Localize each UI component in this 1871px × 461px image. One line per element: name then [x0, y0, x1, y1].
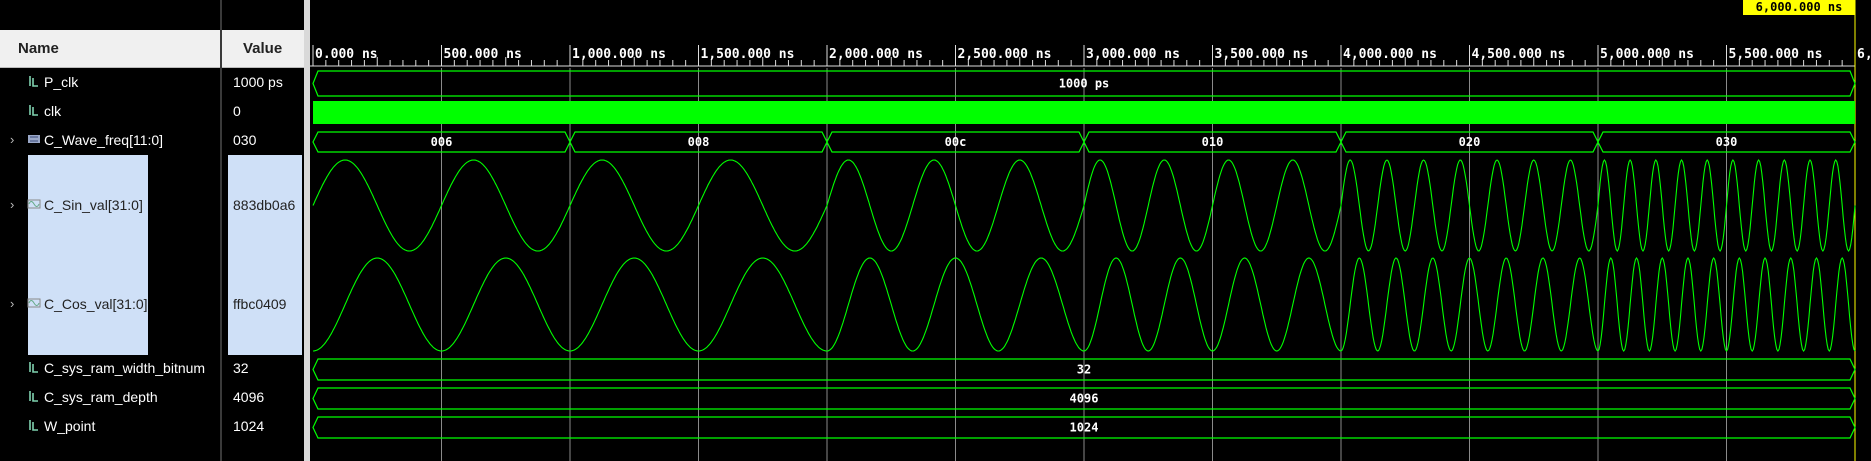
ruler-tick-label: 0.000 ns — [315, 47, 378, 62]
signal-icon — [27, 360, 41, 374]
signal-name: C_Wave_freq[11:0] — [44, 132, 164, 148]
ruler-tick-label: 6, — [1857, 47, 1871, 62]
ruler-tick-label: 4,500.000 ns — [1472, 47, 1566, 62]
time-cursor-label: 6,000.000 ns — [1756, 0, 1843, 14]
signal-name: W_point — [44, 418, 96, 434]
signal-name: C_sys_ram_depth — [44, 389, 158, 405]
signal-value: 883db0a6 — [233, 197, 296, 213]
signal-value: ffbc0409 — [233, 296, 287, 312]
signal-value: 1024 — [233, 418, 265, 434]
signal-row-C_Wave_freq[interactable]: › C_Wave_freq[11:0] — [0, 132, 220, 150]
name-column-header[interactable]: Name — [0, 30, 220, 68]
ruler-tick-label: 5,000.000 ns — [1600, 47, 1694, 62]
ruler-tick-label: 2,500.000 ns — [958, 47, 1052, 62]
signal-icon — [27, 74, 41, 88]
signal-value: 32 — [233, 360, 249, 376]
signal-row-P_clk[interactable]: P_clk — [0, 74, 220, 92]
clock-waveform — [313, 101, 1855, 124]
analog-icon — [27, 197, 41, 211]
signal-name: clk — [44, 103, 62, 119]
bus-value-label: 00c — [945, 135, 967, 149]
ruler-tick-label: 1,000.000 ns — [572, 47, 666, 62]
signal-row-C_Cos_val[interactable]: › C_Cos_val[31:0] — [0, 296, 220, 314]
signal-name-panel: Name P_clkclk › C_Wave_freq[11:0] › C_Sin_va… — [0, 0, 220, 461]
expand-chevron-icon[interactable]: › — [10, 296, 14, 311]
signal-row-clk[interactable]: clk — [0, 103, 220, 121]
expand-chevron-icon[interactable]: › — [10, 197, 14, 212]
ruler-top-strip — [310, 0, 1871, 30]
signal-value: 4096 — [233, 389, 265, 405]
bus-value-label: 1000 ps — [1059, 77, 1110, 91]
bus-icon — [27, 132, 41, 146]
waveform-canvas[interactable]: 0.000 ns 500.000 ns 1,000.000 ns 1,500.000 … — [310, 0, 1871, 461]
signal-row-C_sys_ram_width_bitnum[interactable]: C_sys_ram_width_bitnum — [0, 360, 220, 378]
bus-value-label: 32 — [1077, 363, 1091, 377]
bus-value-label: 1024 — [1070, 421, 1099, 435]
signal-value-panel: Value 1000 ps 0 030 883db0a6 ffbc0409 32 4096 1… — [220, 0, 304, 461]
expand-chevron-icon[interactable]: › — [10, 132, 14, 147]
bus-value-label: 030 — [1716, 135, 1738, 149]
signal-row-C_Sin_val[interactable]: › C_Sin_val[31:0] — [0, 197, 220, 215]
signal-icon — [27, 418, 41, 432]
signal-name: C_Cos_val[31:0] — [44, 296, 148, 312]
signal-icon — [27, 389, 41, 403]
ruler-tick-label: 4,000.000 ns — [1343, 47, 1437, 62]
column-divider[interactable] — [220, 0, 222, 461]
signal-value: 0 — [233, 103, 241, 119]
bus-value-label: 4096 — [1070, 392, 1099, 406]
ruler-tick-label: 500.000 ns — [444, 47, 522, 62]
bus-value-label: 008 — [688, 135, 710, 149]
bus-value-label: 010 — [1202, 135, 1224, 149]
signal-row-W_point[interactable]: W_point — [0, 418, 220, 436]
signal-icon — [27, 103, 41, 117]
signal-value: 1000 ps — [233, 74, 283, 90]
bus-value-label: 020 — [1459, 135, 1481, 149]
value-column-header[interactable]: Value — [220, 30, 304, 68]
signal-name: C_Sin_val[31:0] — [44, 197, 143, 213]
signal-name: C_sys_ram_width_bitnum — [44, 360, 206, 376]
signal-value: 030 — [233, 132, 257, 148]
signal-name: P_clk — [44, 74, 79, 90]
ruler-tick-label: 1,500.000 ns — [701, 47, 795, 62]
analog-icon — [27, 296, 41, 310]
ruler-tick-label: 3,000.000 ns — [1086, 47, 1180, 62]
signal-row-C_sys_ram_depth[interactable]: C_sys_ram_depth — [0, 389, 220, 407]
ruler-tick-label: 3,500.000 ns — [1215, 47, 1309, 62]
ruler-tick-label: 5,500.000 ns — [1729, 47, 1823, 62]
trace-clk[interactable] — [313, 101, 1855, 124]
ruler-tick-label: 2,000.000 ns — [829, 47, 923, 62]
bus-value-label: 006 — [431, 135, 453, 149]
